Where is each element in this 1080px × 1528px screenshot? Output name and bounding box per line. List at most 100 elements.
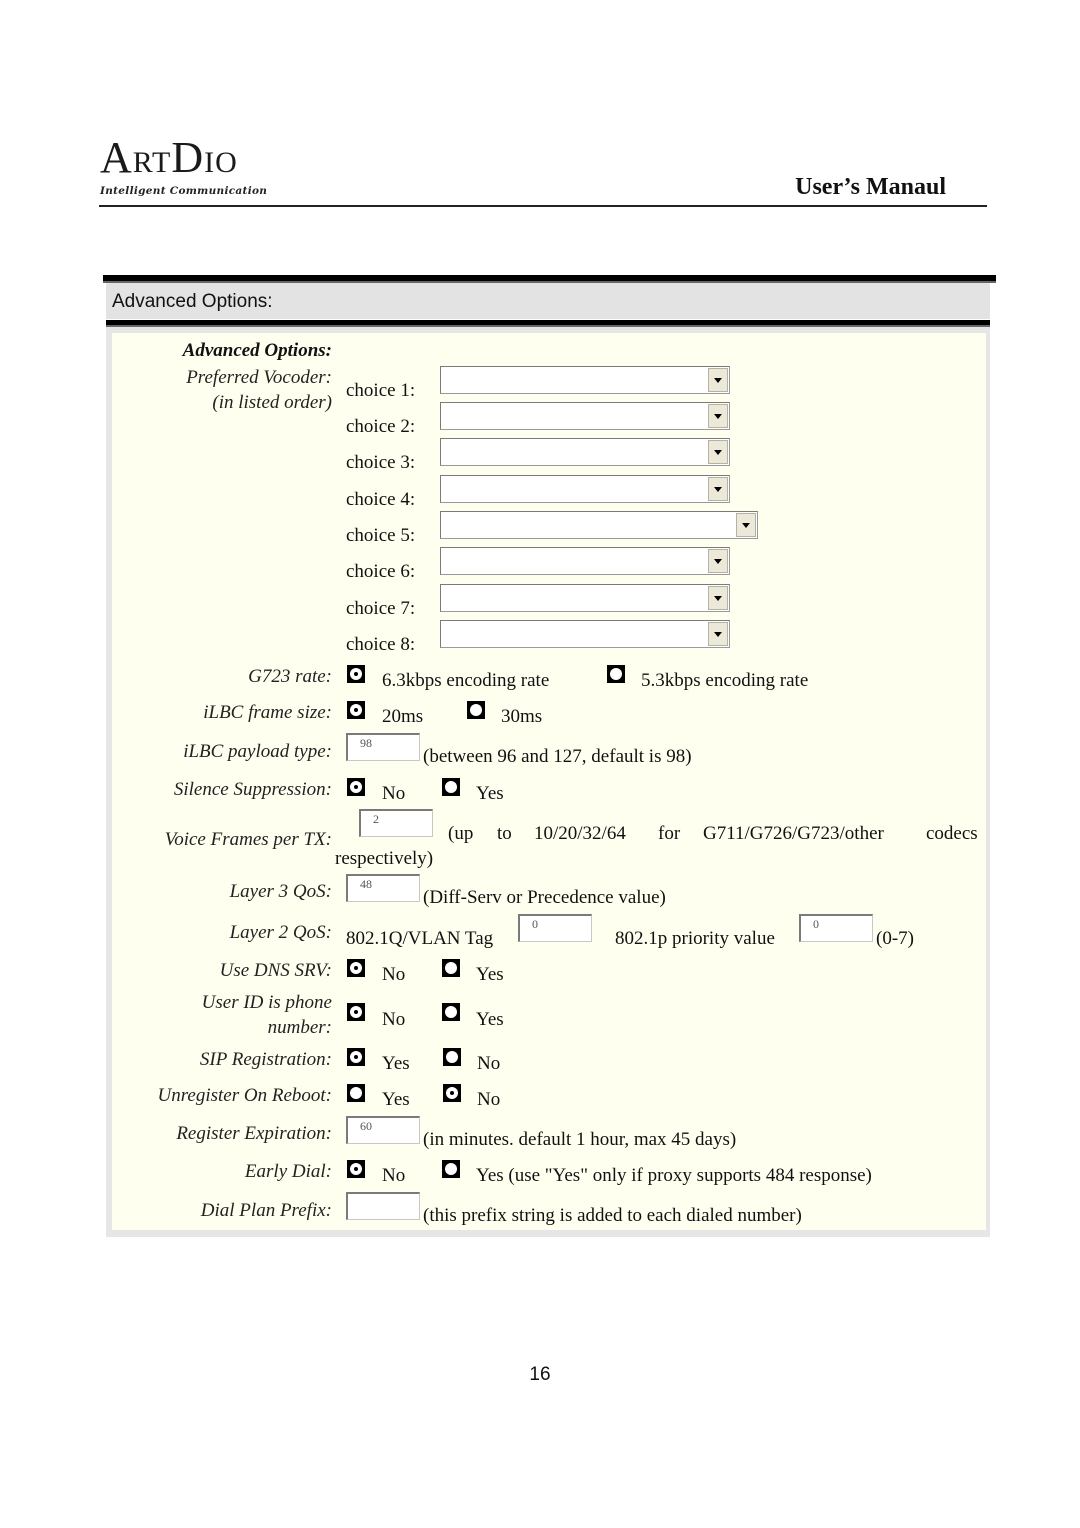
layer2-qos-label: Layer 2 QoS:: [229, 922, 332, 943]
g723-rate-6-3-label: 6.3kbps encoding rate: [382, 670, 550, 691]
vocoder-choice-8-select[interactable]: [440, 620, 730, 648]
vocoder-choice-1-select[interactable]: [440, 366, 730, 394]
early-dial-yes-label: Yes (use "Yes" only if proxy supports 48…: [476, 1165, 872, 1186]
g723-rate-6-3-radio[interactable]: [347, 665, 365, 683]
chevron-down-icon[interactable]: [708, 549, 728, 573]
panel-divider-bar: [106, 320, 990, 327]
unregister-on-reboot-yes-label: Yes: [382, 1089, 410, 1110]
choice-2-label: choice 2:: [346, 416, 416, 437]
preferred-vocoder-label: Preferred Vocoder:: [186, 367, 332, 388]
g723-rate-5-3-radio[interactable]: [607, 665, 625, 683]
user-id-phone-no-label: No: [382, 1009, 406, 1030]
voice-frames-hint-w5: G711/G726/G723/other: [703, 823, 884, 844]
document-title: User’s Manaul: [795, 174, 946, 200]
header-divider: [99, 205, 987, 207]
use-dns-srv-no-radio[interactable]: [347, 959, 365, 977]
silence-suppression-yes-radio[interactable]: [442, 778, 460, 796]
choice-5-label: choice 5:: [346, 525, 416, 546]
layer3-qos-label: Layer 3 QoS:: [229, 881, 332, 902]
use-dns-srv-no-label: No: [382, 964, 406, 985]
sip-registration-label: SIP Registration:: [199, 1049, 332, 1070]
voice-frames-hint-w3: 10/20/32/64: [534, 823, 626, 844]
voice-frames-hint-line2: respectively): [335, 848, 434, 869]
unregister-on-reboot-label: Unregister On Reboot:: [157, 1085, 333, 1106]
priority-value-input[interactable]: 0: [799, 914, 873, 942]
silence-suppression-no-radio[interactable]: [347, 778, 365, 796]
early-dial-no-radio[interactable]: [347, 1160, 365, 1178]
advanced-options-form: Advanced Options: Preferred Vocoder: (in…: [112, 333, 986, 1230]
chevron-down-icon[interactable]: [708, 440, 728, 464]
use-dns-srv-yes-radio[interactable]: [442, 959, 460, 977]
section-header: Advanced Options:: [106, 283, 990, 319]
user-id-phone-no-radio[interactable]: [347, 1003, 365, 1021]
page-number: 16: [529, 1364, 551, 1385]
voice-frames-label: Voice Frames per TX:: [164, 829, 332, 850]
vlan-tag-input[interactable]: 0: [518, 914, 592, 942]
chevron-down-icon[interactable]: [708, 477, 728, 501]
g723-rate-5-3-label: 5.3kbps encoding rate: [641, 670, 809, 691]
choice-7-label: choice 7:: [346, 598, 416, 619]
early-dial-no-label: No: [382, 1165, 406, 1186]
choice-1-label: choice 1:: [346, 380, 416, 401]
vocoder-choice-3-select[interactable]: [440, 438, 730, 466]
silence-suppression-yes-label: Yes: [476, 783, 504, 804]
g723-rate-label: G723 rate:: [248, 666, 332, 687]
unregister-on-reboot-no-label: No: [477, 1089, 501, 1110]
user-id-phone-yes-radio[interactable]: [442, 1003, 460, 1021]
voice-frames-hint-w6: codecs: [926, 823, 978, 844]
use-dns-srv-label: Use DNS SRV:: [219, 960, 332, 981]
artdio-logo: ARTDIO Intelligent Communication: [100, 133, 270, 198]
sip-registration-yes-label: Yes: [382, 1053, 410, 1074]
ilbc-payload-type-input[interactable]: 98: [346, 733, 420, 761]
chevron-down-icon[interactable]: [708, 368, 728, 392]
voice-frames-hint-w2: to: [497, 823, 512, 844]
user-id-phone-label-line2: number:: [267, 1017, 332, 1038]
chevron-down-icon[interactable]: [708, 622, 728, 646]
chevron-down-icon[interactable]: [708, 586, 728, 610]
priority-value-label: 802.1p priority value: [615, 928, 775, 949]
register-expiration-label: Register Expiration:: [176, 1123, 332, 1144]
panel-top-bar: [103, 275, 996, 283]
register-expiration-input[interactable]: 60: [346, 1116, 420, 1144]
vocoder-choice-5-select[interactable]: [440, 511, 758, 539]
early-dial-label: Early Dial:: [244, 1161, 332, 1182]
choice-6-label: choice 6:: [346, 561, 416, 582]
vocoder-choice-2-select[interactable]: [440, 402, 730, 430]
choice-4-label: choice 4:: [346, 489, 416, 510]
vocoder-choice-6-select[interactable]: [440, 547, 730, 575]
unregister-on-reboot-no-radio[interactable]: [443, 1084, 461, 1102]
layer3-qos-hint: (Diff-Serv or Precedence value): [423, 887, 666, 908]
vocoder-choice-7-select[interactable]: [440, 584, 730, 612]
chevron-down-icon[interactable]: [708, 404, 728, 428]
logo-wordmark: ARTDIO: [100, 133, 238, 182]
dial-plan-prefix-hint: (this prefix string is added to each dia…: [423, 1205, 802, 1226]
unregister-on-reboot-yes-radio[interactable]: [347, 1084, 365, 1102]
ilbc-frame-20ms-radio[interactable]: [347, 701, 365, 719]
user-id-phone-yes-label: Yes: [476, 1009, 504, 1030]
dial-plan-prefix-input[interactable]: [346, 1192, 420, 1220]
chevron-down-icon[interactable]: [736, 513, 756, 537]
choice-3-label: choice 3:: [346, 452, 416, 473]
voice-frames-hint-w4: for: [658, 823, 681, 844]
voice-frames-input[interactable]: 2: [359, 809, 433, 837]
ilbc-frame-size-label: iLBC frame size:: [203, 702, 332, 723]
preferred-vocoder-sublabel: (in listed order): [212, 392, 332, 413]
register-expiration-hint: (in minutes. default 1 hour, max 45 days…: [423, 1129, 737, 1150]
sip-registration-no-radio[interactable]: [443, 1048, 461, 1066]
use-dns-srv-yes-label: Yes: [476, 964, 504, 985]
ilbc-frame-30ms-label: 30ms: [501, 706, 543, 727]
early-dial-yes-radio[interactable]: [442, 1160, 460, 1178]
section-header-title: Advanced Options:: [112, 291, 273, 312]
sip-registration-no-label: No: [477, 1053, 501, 1074]
ilbc-payload-type-hint: (between 96 and 127, default is 98): [423, 746, 692, 767]
ilbc-frame-30ms-radio[interactable]: [467, 701, 485, 719]
layer3-qos-input[interactable]: 48: [346, 874, 420, 902]
dial-plan-prefix-label: Dial Plan Prefix:: [200, 1200, 332, 1221]
vocoder-choice-4-select[interactable]: [440, 475, 730, 503]
voice-frames-hint-w1: (up: [448, 823, 474, 844]
sip-registration-yes-radio[interactable]: [347, 1048, 365, 1066]
vlan-tag-label: 802.1Q/VLAN Tag: [346, 928, 494, 949]
ilbc-payload-type-label: iLBC payload type:: [183, 741, 332, 762]
form-title: Advanced Options:: [182, 340, 332, 361]
silence-suppression-no-label: No: [382, 783, 406, 804]
